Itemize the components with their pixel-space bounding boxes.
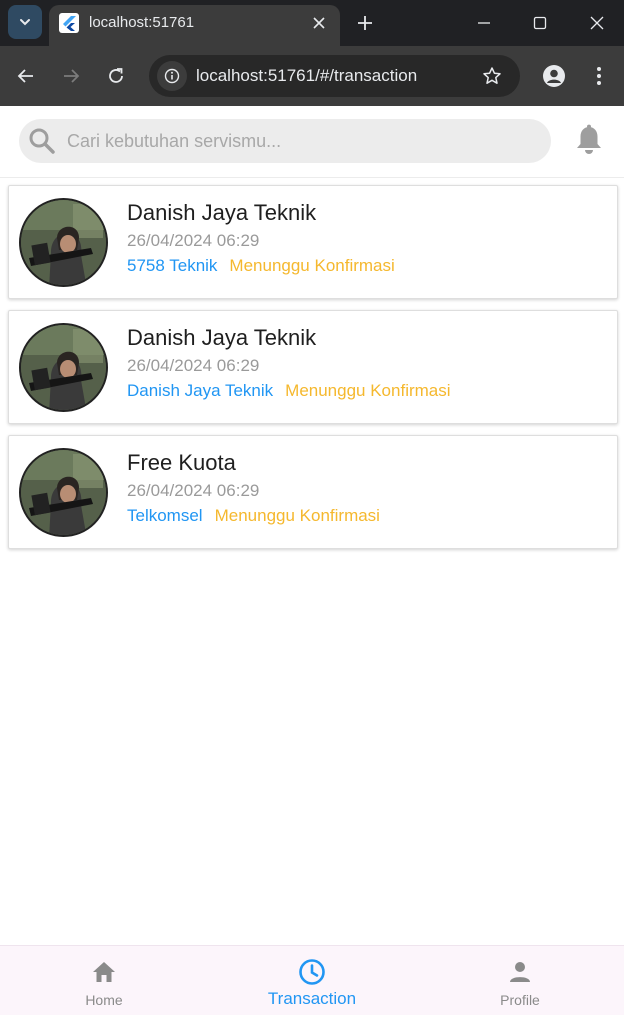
browser-tabstrip: localhost:51761 [0,0,624,46]
transaction-date: 26/04/2024 06:29 [127,356,260,375]
transaction-title: Free Kuota [127,450,236,475]
close-window-icon[interactable] [582,8,612,38]
transaction-list: Danish Jaya Teknik 26/04/2024 06:29 5758… [8,185,618,560]
transaction-date: 26/04/2024 06:29 [127,231,260,250]
transaction-title: Danish Jaya Teknik [127,200,317,225]
maximize-icon[interactable] [525,8,555,38]
search-box[interactable] [19,119,551,163]
url-text: localhost:51761/#/transaction [196,66,418,85]
transaction-card[interactable]: Danish Jaya Teknik 26/04/2024 06:29 Dani… [8,310,618,424]
close-tab-icon[interactable] [308,12,330,34]
transaction-date: 26/04/2024 06:29 [127,481,260,500]
tab-search-button[interactable] [8,5,42,39]
reload-icon[interactable] [100,60,132,92]
transaction-meta: 5758 Teknik Menunggu Konfirmasi [127,256,395,276]
transaction-card[interactable]: Danish Jaya Teknik 26/04/2024 06:29 5758… [8,185,618,299]
chevron-down-icon [20,19,30,26]
flutter-favicon-icon [59,13,79,33]
search-input[interactable] [67,119,537,163]
new-tab-icon[interactable] [352,10,378,36]
tab-title: localhost:51761 [89,14,195,31]
clock-icon [297,957,327,987]
nav-label-profile: Profile [500,992,540,1008]
status-badge: Menunggu Konfirmasi [214,506,380,525]
person-icon [505,957,535,987]
browser-tab[interactable]: localhost:51761 [49,5,340,46]
app-header [0,106,624,178]
profile-account-icon[interactable] [538,60,570,92]
kebab-menu-icon[interactable] [583,60,615,92]
nav-label-home: Home [85,992,123,1008]
address-bar[interactable]: localhost:51761/#/transaction [149,55,520,97]
transaction-meta: Danish Jaya Teknik Menunggu Konfirmasi [127,381,451,401]
transaction-meta: Telkomsel Menunggu Konfirmasi [127,506,380,526]
nav-item-home[interactable]: Home [0,946,208,1015]
avatar [19,198,108,287]
transaction-title: Danish Jaya Teknik [127,325,317,350]
transaction-vendor: Telkomsel [127,506,203,525]
avatar [19,323,108,412]
minimize-icon[interactable] [469,8,499,38]
transaction-card[interactable]: Free Kuota 26/04/2024 06:29 Telkomsel Men… [8,435,618,549]
status-badge: Menunggu Konfirmasi [285,381,451,400]
nav-label-transaction: Transaction [267,989,357,1008]
forward-arrow-icon[interactable] [55,60,87,92]
browser-toolbar: localhost:51761/#/transaction [0,46,624,106]
transaction-vendor: Danish Jaya Teknik [127,381,274,400]
notification-bell-icon[interactable] [573,123,605,157]
home-icon [89,957,119,987]
bottom-navigation: Home Transaction Profile [0,945,624,1015]
nav-item-transaction[interactable]: Transaction [208,946,416,1015]
status-badge: Menunggu Konfirmasi [229,256,395,275]
nav-item-profile[interactable]: Profile [416,946,624,1015]
transaction-vendor: 5758 Teknik [127,256,218,275]
back-arrow-icon[interactable] [10,60,42,92]
site-info-icon[interactable] [157,61,187,91]
avatar [19,448,108,537]
bookmark-star-icon[interactable] [480,64,504,88]
search-icon [27,126,57,156]
